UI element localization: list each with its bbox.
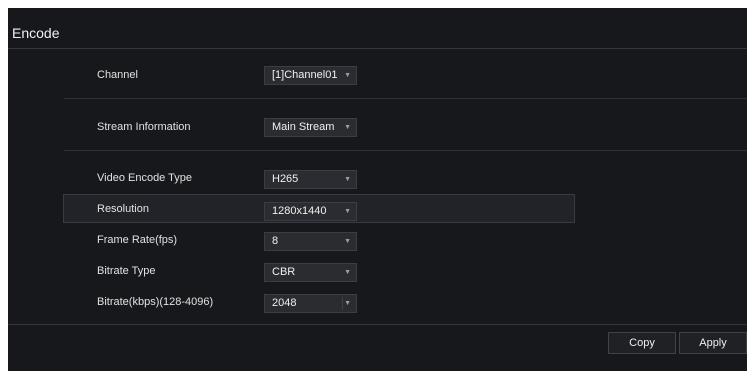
encode-panel: Encode Channel [1]Channel01 ▼ Stream Inf… [8, 8, 747, 371]
copy-button[interactable]: Copy [608, 332, 676, 354]
chevron-down-icon: ▼ [344, 238, 351, 245]
frame-rate-label: Frame Rate(fps) [97, 234, 178, 246]
frame-rate-select[interactable]: 8 ▼ [264, 232, 357, 251]
bitrate-label: Bitrate(kbps)(128-4096) [97, 296, 214, 308]
chevron-down-icon: ▼ [344, 72, 351, 79]
chevron-down-icon: ▼ [344, 300, 351, 307]
video-encode-type-select[interactable]: H265 ▼ [264, 170, 357, 189]
chevron-down-icon: ▼ [344, 208, 351, 215]
stream-information-label: Stream Information [97, 121, 191, 133]
chevron-down-icon: ▼ [344, 269, 351, 276]
bitrate-type-select-value: CBR [272, 266, 296, 278]
apply-button[interactable]: Apply [679, 332, 747, 354]
video-encode-type-label: Video Encode Type [97, 172, 193, 184]
video-encode-type-select-value: H265 [272, 173, 299, 185]
channel-select-value: [1]Channel01 [272, 69, 338, 81]
caret-divider [342, 297, 343, 310]
resolution-select[interactable]: 1280x1440 ▼ [264, 202, 357, 221]
resolution-label: Resolution [97, 203, 149, 215]
bitrate-type-select[interactable]: CBR ▼ [264, 263, 357, 282]
chevron-down-icon: ▼ [344, 124, 351, 131]
bitrate-select[interactable]: 2048 ▼ [264, 294, 357, 313]
bitrate-type-label: Bitrate Type [97, 265, 156, 277]
section-divider [64, 98, 747, 99]
page-title: Encode [12, 25, 60, 41]
channel-label: Channel [97, 69, 138, 81]
resolution-select-value: 1280x1440 [272, 205, 327, 217]
frame-rate-select-value: 8 [272, 235, 279, 247]
stream-information-select[interactable]: Main Stream ▼ [264, 118, 357, 137]
stream-information-select-value: Main Stream [272, 121, 335, 133]
title-divider [8, 48, 747, 49]
chevron-down-icon: ▼ [344, 176, 351, 183]
section-divider [64, 150, 747, 151]
channel-select[interactable]: [1]Channel01 ▼ [264, 66, 357, 85]
bitrate-select-value: 2048 [272, 297, 297, 309]
footer-divider [8, 324, 747, 325]
